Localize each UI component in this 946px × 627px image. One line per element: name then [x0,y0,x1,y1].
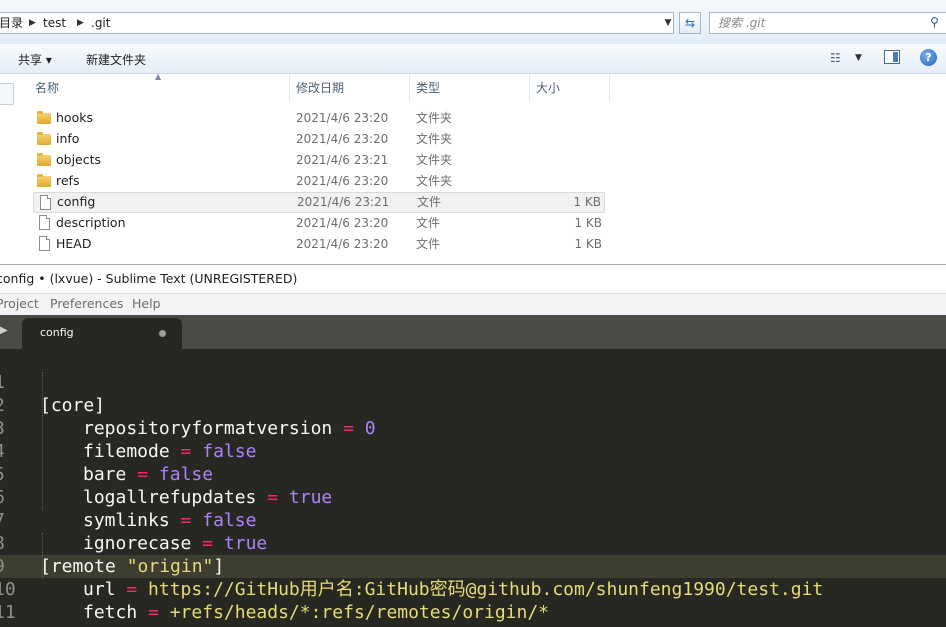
file-date: 2021/4/6 23:20 [296,237,389,251]
file-date: 2021/4/6 23:20 [296,132,389,146]
code-line-11: 11 [0,578,946,623]
search-box[interactable] [709,12,946,34]
search-input[interactable] [718,14,918,32]
file-row-head[interactable]: HEAD 2021/4/6 23:20 文件 1 KB [33,234,605,255]
breadcrumb-separator-icon[interactable]: ▶ [77,13,84,33]
preview-pane-icon[interactable] [884,50,900,64]
view-options-icon[interactable]: ☷ [830,51,846,65]
file-date: 2021/4/6 23:20 [296,216,389,230]
code-line-2: 2 repositoryformatversion = 0 [0,371,946,439]
file-row-info[interactable]: info 2021/4/6 23:20 文件夹 [33,129,605,150]
file-name: description [56,215,126,230]
sidebar-toggle-icon[interactable]: ▶ [0,325,8,336]
code-line-10: 10 fetch = +refs/heads/*:refs/remotes/or… [0,555,946,623]
help-icon[interactable]: ? [920,49,937,66]
file-row-config[interactable]: config 2021/4/6 23:21 文件 1 KB [33,192,605,213]
file-row-refs[interactable]: refs 2021/4/6 23:20 文件夹 [33,171,605,192]
search-icon[interactable]: ⚲ [930,15,944,29]
file-type: 文件夹 [416,132,453,146]
file-row-description[interactable]: description 2021/4/6 23:20 文件 1 KB [33,213,605,234]
column-header-type-label: 类型 [416,81,441,95]
column-header-name-label: 名称 [35,81,60,95]
code-line-1: 1 [core] [0,348,946,416]
file-name: refs [56,173,80,188]
file-date: 2021/4/6 23:21 [297,195,390,209]
tab-label: config [40,326,74,339]
file-date: 2021/4/6 23:20 [296,111,389,125]
file-icon [39,236,50,251]
code-line-4: 4 bare = false [0,417,946,485]
file-name: config [57,194,96,209]
file-type: 文件 [417,195,442,209]
refresh-button[interactable]: ⇆ [679,12,701,34]
sublime-title-bar: config • (lxvue) - Sublime Text (UNREGIS… [0,264,946,293]
folder-icon [37,153,51,166]
file-row-hooks[interactable]: hooks 2021/4/6 23:20 文件夹 [33,108,605,129]
folder-icon [37,174,51,187]
column-header-date[interactable]: 修改日期 [290,75,410,101]
code-line-9: 9 url = https://GitHub用户名:GitHub密码@githu… [0,532,946,600]
config-key: fetch [83,602,138,623]
file-type: 文件夹 [416,153,453,167]
share-button[interactable]: 共享 ▾ [18,51,52,68]
menu-help[interactable]: Help [132,296,161,311]
refresh-icon: ⇆ [684,16,696,30]
column-header-date-label: 修改日期 [296,81,345,95]
new-folder-button[interactable]: 新建文件夹 [86,51,146,68]
breadcrumb-item-git[interactable]: .git [91,13,110,33]
sort-ascending-icon: ▲ [155,72,162,81]
line-number: 11 [0,602,16,623]
equals-operator: = [148,602,159,623]
code-line-5: 5 logallrefupdates = true [0,440,946,508]
column-header-size-label: 大小 [536,81,561,95]
breadcrumb-separator-icon[interactable]: ▶ [29,13,36,33]
menu-project[interactable]: Project [0,296,39,311]
file-name: hooks [56,110,93,125]
file-name: HEAD [56,236,92,251]
file-date: 2021/4/6 23:21 [296,153,389,167]
code-line-3: 3 filemode = false [0,394,946,462]
column-header-type[interactable]: 类型 [410,75,530,101]
file-type: 文件 [416,237,441,251]
code-line-8: 8 [remote "origin"] [0,509,946,577]
file-type: 文件夹 [416,111,453,125]
code-line-7: 7 ignorecase = true [0,486,946,554]
navigation-pane-toggle[interactable] [0,83,14,105]
file-row-objects[interactable]: objects 2021/4/6 23:21 文件夹 [33,150,605,171]
file-size: 1 KB [574,237,602,251]
menu-preferences[interactable]: Preferences [50,296,124,311]
file-name: info [56,131,80,146]
file-name: objects [56,152,102,167]
config-value: +refs/heads/*:refs/remotes/origin/* [169,602,550,623]
file-size: 1 KB [573,195,601,209]
view-dropdown-icon[interactable]: ▼ [855,51,862,65]
code-line-6: 6 symlinks = false [0,463,946,531]
file-icon [40,195,51,210]
address-bar[interactable]: 目录 ▶ test ▶ .git [0,12,674,34]
file-type: 文件夹 [416,174,453,188]
column-header-size[interactable]: 大小 [530,75,610,101]
file-icon [39,215,50,230]
window-title: config • (lxvue) - Sublime Text (UNREGIS… [0,271,298,286]
file-type: 文件 [416,216,441,230]
folder-icon [37,111,51,124]
address-dropdown-icon[interactable]: ▼ [662,13,674,33]
file-size: 1 KB [574,216,602,230]
sublime-menu-bar: Project Preferences Help [0,293,946,315]
unsaved-dot-icon[interactable] [159,330,166,337]
folder-icon [37,132,51,145]
breadcrumb-item-root[interactable]: 目录 [0,13,23,33]
breadcrumb-item-test[interactable]: test [43,13,66,33]
file-date: 2021/4/6 23:20 [296,174,389,188]
